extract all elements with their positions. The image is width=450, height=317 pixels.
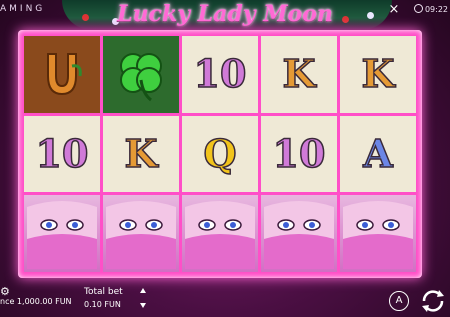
symbol-cell: K	[103, 115, 179, 193]
balance-text: nce 1,000.00 FUN	[0, 297, 72, 306]
symbol-cell: Q	[182, 115, 258, 193]
total-bet-label: Total bet	[84, 287, 123, 297]
close-button[interactable]: ×	[386, 2, 402, 18]
symbol-cell: K	[340, 36, 416, 113]
horseshoe-icon	[47, 53, 82, 96]
lady-face-icon	[27, 200, 97, 269]
symbol-10: 10	[272, 130, 326, 176]
symbol-cell	[103, 195, 179, 272]
autoplay-button[interactable]: A	[389, 291, 409, 311]
symbol-k: K	[282, 51, 317, 97]
symbol-cell	[24, 36, 100, 113]
symbol-q: Q	[203, 130, 238, 176]
symbol-cell	[103, 36, 179, 113]
bottom-bar: ⚙ nce 1,000.00 FUN Total bet 0.10 FUN A	[0, 283, 450, 317]
symbol-k: K	[124, 130, 159, 176]
bet-decrease-icon[interactable]	[140, 303, 146, 308]
lady-face-icon	[185, 200, 255, 269]
lady-face-icon	[264, 200, 334, 269]
top-bar: AMING Lucky Lady Moon × 09:22	[0, 0, 450, 30]
symbol-cell	[261, 195, 337, 272]
symbol-cell: 10	[261, 115, 337, 193]
time-label: 09:22	[424, 5, 448, 14]
symbol-cell: K	[261, 36, 337, 113]
symbol-a: A	[362, 130, 393, 176]
symbol-10: 10	[35, 130, 89, 176]
symbol-10: 10	[193, 51, 247, 97]
reel-grid: 10 K K 10 K Q 10 A	[24, 36, 416, 272]
symbol-cell: A	[340, 115, 416, 193]
symbol-k: K	[361, 51, 396, 97]
total-bet-value: 0.10 FUN	[84, 300, 121, 309]
clover-icon	[120, 53, 162, 102]
game-title: Lucky Lady Moon	[117, 1, 333, 27]
clock: 09:22	[413, 4, 448, 14]
spin-icon[interactable]	[418, 286, 448, 316]
clock-icon	[413, 4, 423, 13]
lady-face-icon	[106, 200, 176, 269]
symbol-cell	[182, 195, 258, 272]
bet-increase-icon[interactable]	[140, 288, 146, 293]
symbol-cell	[24, 195, 100, 272]
symbol-cell	[340, 195, 416, 272]
lady-face-icon	[343, 200, 413, 269]
symbol-cell: 10	[182, 36, 258, 113]
symbol-cell: 10	[24, 115, 100, 193]
